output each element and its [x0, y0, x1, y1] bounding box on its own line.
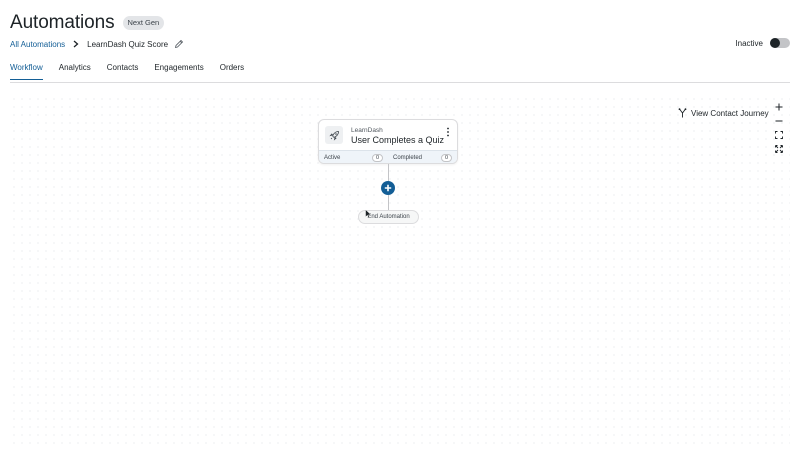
canvas-zoom-tools	[771, 100, 787, 156]
next-gen-badge: Next Gen	[122, 16, 165, 30]
chevron-right-icon	[73, 40, 79, 48]
trigger-card[interactable]: LearnDash User Completes a Quiz Active 0…	[318, 119, 458, 164]
fullscreen-icon	[775, 145, 783, 153]
minus-icon	[775, 120, 783, 122]
stat-active-label: Active	[324, 154, 341, 161]
add-step-button[interactable]	[381, 181, 395, 195]
zoom-out-button[interactable]	[771, 114, 787, 128]
automation-name: LearnDash Quiz Score	[87, 39, 169, 49]
page-title: Automations	[10, 12, 115, 33]
branch-icon	[678, 108, 687, 118]
more-vertical-icon[interactable]	[446, 127, 450, 137]
fit-view-button[interactable]	[771, 128, 787, 142]
stat-completed: Completed 0	[388, 151, 457, 163]
tab-orders[interactable]: Orders	[220, 63, 244, 80]
tab-analytics[interactable]: Analytics	[59, 63, 91, 80]
breadcrumb: All Automations LearnDash Quiz Score	[10, 39, 184, 49]
trigger-stats: Active 0 Completed 0	[319, 150, 457, 163]
stat-completed-label: Completed	[393, 154, 423, 161]
toggle-knob	[770, 38, 780, 48]
status-row: Inactive	[735, 38, 790, 48]
trigger-integration-name: LearnDash	[351, 127, 383, 134]
tab-workflow[interactable]: Workflow	[10, 63, 43, 80]
stat-completed-count: 0	[440, 153, 452, 162]
view-contact-journey-label: View Contact Journey	[691, 108, 769, 118]
rocket-icon	[328, 130, 339, 141]
trigger-card-header: LearnDash User Completes a Quiz	[319, 120, 457, 150]
automation-status-toggle[interactable]	[770, 38, 790, 48]
page-header: Automations Next Gen All Automations Lea…	[0, 0, 800, 84]
tab-engagements[interactable]: Engagements	[154, 63, 203, 80]
stat-active: Active 0	[319, 151, 388, 163]
connector-line-top	[388, 164, 389, 181]
tab-bar: Workflow Analytics Contacts Engagements …	[10, 63, 260, 80]
status-label: Inactive	[735, 38, 763, 48]
pencil-edit-icon[interactable]	[174, 39, 184, 49]
tabs-divider	[10, 82, 790, 83]
trigger-icon-box	[325, 126, 343, 144]
mouse-cursor-icon	[365, 209, 372, 219]
connector-line-bottom	[388, 195, 389, 210]
view-contact-journey-button[interactable]: View Contact Journey	[678, 108, 769, 118]
plus-icon	[775, 103, 783, 111]
breadcrumb-all-automations-link[interactable]: All Automations	[10, 40, 65, 49]
fit-screen-icon	[775, 131, 783, 139]
fullscreen-button[interactable]	[771, 142, 787, 156]
zoom-in-button[interactable]	[771, 100, 787, 114]
stat-active-count: 0	[371, 153, 383, 162]
trigger-title: User Completes a Quiz	[351, 135, 445, 145]
tab-contacts[interactable]: Contacts	[107, 63, 139, 80]
title-row: Automations Next Gen	[10, 12, 165, 34]
plus-icon	[384, 184, 392, 192]
